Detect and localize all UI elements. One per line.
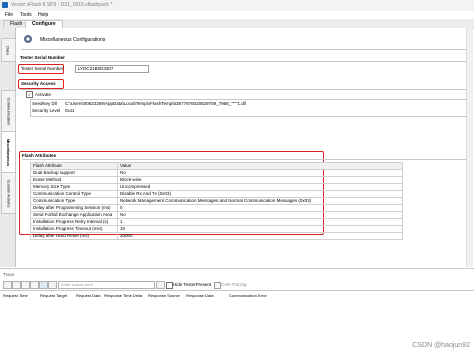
table-row[interactable]: Communication Type Network Management Com… xyxy=(30,197,403,205)
column-response-source: Response Source xyxy=(148,293,180,298)
hide-testerpresent-checkbox[interactable] xyxy=(166,282,173,289)
table-row[interactable]: Dual Backup support No xyxy=(30,169,403,177)
column-header-attribute: Flash Attribute xyxy=(30,162,118,170)
side-tab-miscellaneous-label: Miscellaneous xyxy=(6,138,11,166)
watermark: CSDN @haojun92 xyxy=(412,342,470,349)
column-response-data: Response Data xyxy=(186,293,214,298)
table-row[interactable]: Send Forbid Exchange Application Area No xyxy=(30,211,403,219)
tester-serial-input[interactable]: LYDC21B0D3307 xyxy=(75,65,149,73)
attribute-value[interactable]: 1 xyxy=(117,218,403,226)
header-divider xyxy=(21,49,471,50)
attribute-value[interactable]: 10 xyxy=(117,225,403,233)
column-response-time-delta: Response Time Delta xyxy=(104,293,143,298)
attribute-name: Erase Method xyxy=(30,176,118,184)
table-row[interactable]: Delay after Hard Reset (ms) 20000 xyxy=(30,232,403,240)
menu-file[interactable]: File xyxy=(5,12,13,18)
side-tab-miscellaneous[interactable]: Miscellaneous xyxy=(1,131,16,173)
tester-serial-label: Tester Serial Number: xyxy=(21,66,65,71)
menu-help[interactable]: Help xyxy=(38,12,48,18)
trace-search-placeholder: Enter search term xyxy=(61,282,93,287)
attribute-value[interactable]: 0 xyxy=(117,204,403,212)
attribute-value[interactable]: Block-wise xyxy=(117,176,403,184)
tester-serial-section-label: Tester Serial Number xyxy=(20,55,65,60)
attribute-name: Communication Type xyxy=(30,197,118,205)
content-scrollbar[interactable] xyxy=(466,28,473,267)
attribute-value[interactable]: Uncompressed xyxy=(117,183,403,191)
attribute-name: Dual Backup support xyxy=(30,169,118,177)
attribute-name: Delay after Hard Reset (ms) xyxy=(30,232,118,240)
table-row[interactable]: Delay after Programming Session (ms) 0 xyxy=(30,204,403,212)
activate-label: Activate xyxy=(35,92,52,97)
hide-testerpresent-label: Hide TesterPresent xyxy=(173,282,212,287)
attribute-name: Delay after Programming Session (ms) xyxy=(30,204,118,212)
attribute-name: Communication Control Type xyxy=(30,190,118,198)
configuration-panel: Miscellaneous Configurations Tester Seri… xyxy=(16,28,472,267)
app-icon xyxy=(2,2,8,8)
menu-tools[interactable]: Tools xyxy=(20,12,32,18)
seedkey-path-value[interactable]: C:\Users\00622269\AppData\Local\Temp\vFl… xyxy=(65,101,246,106)
attribute-name: Send Forbid Exchange Application Area xyxy=(30,211,118,219)
trace-title: Trace xyxy=(3,272,15,277)
window-title: Vector vFlash 6 SP3 - D31_0315.vflashpac… xyxy=(11,2,113,8)
attribute-name: Installation Progress Retry Interval (s) xyxy=(30,218,118,226)
attribute-name: Installation Progress Timeout (min) xyxy=(30,225,118,233)
trace-play-button[interactable] xyxy=(3,281,12,289)
flash-attributes-table: Flash Attribute Value Dual Backup suppor… xyxy=(30,162,403,240)
security-level-value[interactable]: 0x11 xyxy=(65,108,74,113)
table-row[interactable]: Installation Progress Retry Interval (s)… xyxy=(30,218,403,226)
side-tab-custom-actions-label: Custom Actions xyxy=(6,179,12,207)
activate-checkbox[interactable]: ✓ xyxy=(26,91,33,98)
tester-serial-divider xyxy=(20,61,470,62)
side-tab-communication[interactable]: Communication xyxy=(1,90,16,132)
attribute-name: Memory Size Type xyxy=(30,183,118,191)
side-tab-data-label: Data xyxy=(5,45,11,55)
flash-attributes-divider xyxy=(22,159,470,160)
trace-toolbar-divider xyxy=(0,290,474,291)
trace-pause-button[interactable] xyxy=(21,281,30,289)
table-row[interactable]: Memory Size Type Uncompressed xyxy=(30,183,403,191)
column-communication-error: Communication Error xyxy=(229,293,267,298)
flash-attributes-section-label: Flash Attributes xyxy=(22,153,57,158)
trace-search-prev-button[interactable] xyxy=(156,281,165,289)
table-row[interactable]: Installation Progress Timeout (min) 10 xyxy=(30,225,403,233)
trace-search-input[interactable]: Enter search term xyxy=(58,281,155,289)
side-tab-strip: Data Communication Miscellaneous Custom … xyxy=(0,28,16,267)
trace-clear-button[interactable] xyxy=(30,281,39,289)
column-request-time: Request Time xyxy=(3,293,28,298)
attribute-value[interactable]: Network Management Communication Message… xyxy=(117,197,403,205)
trace-panel: Trace Enter search term Hide TesterPrese… xyxy=(0,268,474,352)
attribute-value[interactable]: 20000 xyxy=(117,232,403,240)
security-divider xyxy=(20,89,470,90)
column-header-value: Value xyxy=(117,162,403,170)
side-tab-custom-actions[interactable]: Custom Actions xyxy=(1,172,16,214)
table-row[interactable]: Communication Control Type Disable Rx And… xyxy=(30,190,403,198)
security-access-section-label: Security Access xyxy=(21,81,56,86)
page-title: Miscellaneous Configurations xyxy=(40,37,106,43)
side-tab-data[interactable]: Data xyxy=(1,38,16,62)
settings-icon xyxy=(24,35,32,43)
can-tracing-checkbox[interactable] xyxy=(214,282,221,289)
attribute-value[interactable]: Disable Rx And Tx (0x03) xyxy=(117,190,403,198)
column-request-target: Request Target xyxy=(40,293,68,298)
trace-stop-button[interactable] xyxy=(12,281,21,289)
table-row[interactable]: Erase Method Block-wise xyxy=(30,176,403,184)
attribute-value[interactable]: No xyxy=(117,211,403,219)
can-tracing-label: CAN Tracing xyxy=(221,282,247,287)
menu-bar: File Tools Help xyxy=(0,11,474,19)
table-header-row: Flash Attribute Value xyxy=(30,162,403,170)
column-request-data: Request Data xyxy=(76,293,101,298)
security-level-label: Security Level xyxy=(32,108,61,113)
trace-filter-button[interactable] xyxy=(39,281,48,289)
trace-export-button[interactable] xyxy=(48,281,57,289)
attribute-value[interactable]: No xyxy=(117,169,403,177)
seedkey-label: SeedKey Dll xyxy=(32,101,57,106)
side-tab-communication-label: Communication xyxy=(6,97,12,125)
